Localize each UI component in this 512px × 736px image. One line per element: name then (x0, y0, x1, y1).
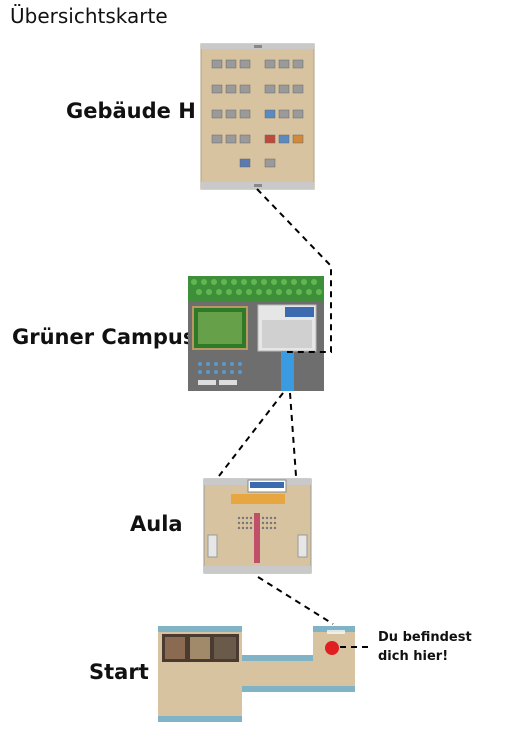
map-connectors (218, 188, 372, 648)
map-start[interactable] (158, 626, 355, 722)
map-gruener-campus[interactable] (188, 276, 324, 391)
overview-map (158, 43, 372, 722)
you-are-here-marker (325, 641, 339, 655)
map-aula[interactable] (203, 478, 312, 574)
map-gebaeude-h[interactable] (200, 43, 315, 190)
